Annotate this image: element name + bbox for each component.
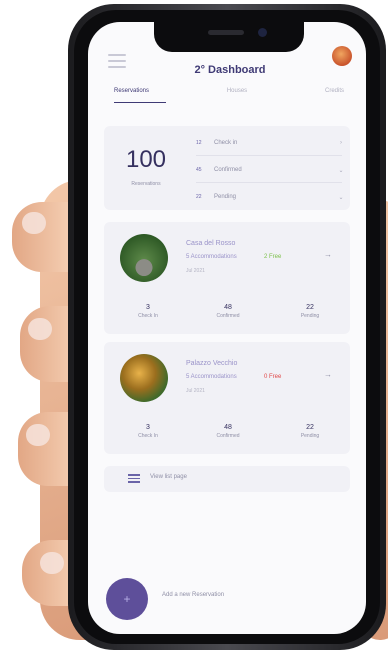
stat-label: Check In xyxy=(138,313,158,319)
stat-value: 22 xyxy=(306,424,314,431)
house-photo xyxy=(120,234,168,282)
tab-credits[interactable]: Credits xyxy=(325,88,344,108)
view-list-label: View list page xyxy=(150,474,187,480)
house-free-badge: 2 Free xyxy=(264,254,282,260)
summary-row-pending[interactable]: 22 Pending ⌄ xyxy=(196,191,346,203)
stat-label: Confirmed xyxy=(216,313,240,319)
stat-confirmed: 48 Confirmed xyxy=(198,424,258,439)
stat-label: Pending xyxy=(300,313,320,319)
house-accommodations: 5 Accommodations xyxy=(186,374,237,380)
chevron-down-icon: ⌄ xyxy=(338,194,344,201)
stat-checkin: 3 Check In xyxy=(118,304,178,319)
add-reservation-button[interactable]: + xyxy=(106,578,148,620)
divider xyxy=(196,155,342,156)
house-free-badge: 0 Free xyxy=(264,374,282,380)
stat-pending: 22 Pending xyxy=(280,304,340,319)
summary-row-count: 45 xyxy=(196,167,202,173)
stat-value: 48 xyxy=(224,304,232,311)
house-date: Jul 2021 xyxy=(186,388,205,394)
hamburger-menu-icon[interactable] xyxy=(108,54,126,68)
nail-ring xyxy=(26,424,50,446)
summary-row-label: Confirmed xyxy=(214,167,242,173)
view-list-link[interactable] xyxy=(104,466,350,492)
add-reservation-label[interactable]: Add a new Reservation xyxy=(162,592,224,598)
active-tab-indicator xyxy=(114,102,166,103)
arrow-right-icon[interactable]: → xyxy=(324,370,332,379)
total-reservations-value: 100 xyxy=(125,146,167,173)
chevron-down-icon: ⌄ xyxy=(338,167,344,174)
divider xyxy=(196,182,342,183)
phone-notch xyxy=(154,22,304,52)
summary-row-label: Pending xyxy=(214,194,237,200)
page-title: 2° Dashboard xyxy=(194,64,266,76)
summary-row-count: 12 xyxy=(196,140,202,146)
tab-bar: Reservations Houses Credits xyxy=(104,88,354,108)
summary-row-label: Check in xyxy=(214,140,238,146)
chevron-right-icon: › xyxy=(340,140,342,146)
stat-pending: 22 Pending xyxy=(280,424,340,439)
stat-value: 22 xyxy=(306,304,314,311)
stat-label: Check In xyxy=(138,433,158,439)
nail-pinky xyxy=(40,552,64,574)
arrow-right-icon[interactable]: → xyxy=(324,250,332,259)
stat-value: 48 xyxy=(224,424,232,431)
nail-middle xyxy=(28,318,52,340)
stage: 2° Dashboard Reservations Houses Credits… xyxy=(0,0,388,652)
stat-checkin: 3 Check In xyxy=(118,424,178,439)
nail-index xyxy=(22,212,46,234)
stat-value: 3 xyxy=(146,424,150,431)
stat-value: 3 xyxy=(146,304,150,311)
stat-label: Pending xyxy=(300,433,320,439)
tab-houses[interactable]: Houses xyxy=(227,88,247,108)
house-name: Casa del Rosso xyxy=(186,240,236,247)
stat-label: Confirmed xyxy=(216,433,240,439)
summary-row-checkin[interactable]: 12 Check in › xyxy=(196,137,346,149)
summary-row-confirmed[interactable]: 45 Confirmed ⌄ xyxy=(196,164,346,176)
user-avatar[interactable] xyxy=(332,46,352,66)
stat-confirmed: 48 Confirmed xyxy=(198,304,258,319)
house-name: Palazzo Vecchio xyxy=(186,360,238,367)
tab-reservations[interactable]: Reservations xyxy=(114,88,149,108)
summary-row-count: 22 xyxy=(196,194,202,200)
total-reservations-label: Reservations xyxy=(131,181,161,187)
front-camera xyxy=(258,28,267,37)
house-date: Jul 2021 xyxy=(186,268,205,274)
house-photo xyxy=(120,354,168,402)
list-icon xyxy=(128,474,140,484)
house-accommodations: 5 Accommodations xyxy=(186,254,237,260)
speaker-grille xyxy=(208,30,244,35)
